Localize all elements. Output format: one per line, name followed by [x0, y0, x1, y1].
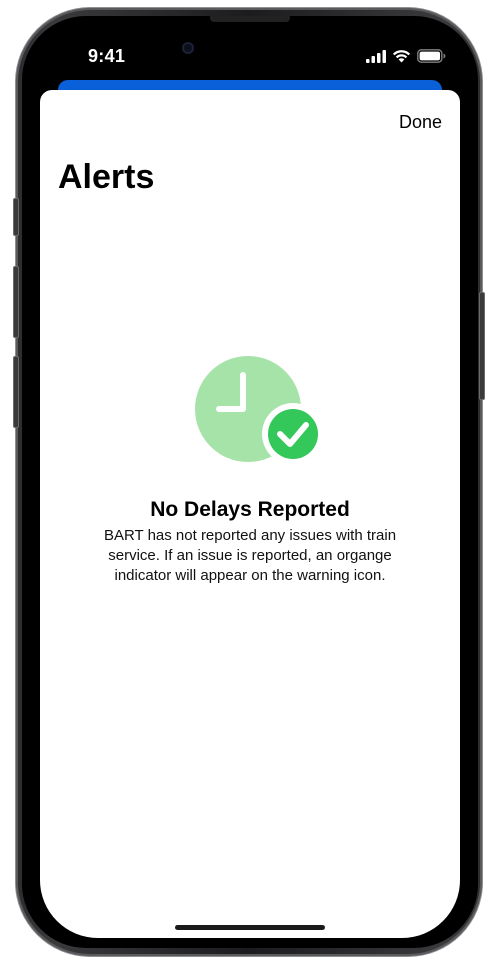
clock-checkmark-icon	[195, 356, 324, 465]
side-button	[479, 292, 485, 400]
cellular-signal-icon	[366, 49, 386, 63]
action-button	[13, 198, 19, 236]
volume-up-button	[13, 266, 19, 338]
checkmark-icon	[262, 403, 324, 465]
status-icons	[366, 49, 446, 63]
front-camera	[182, 42, 194, 54]
volume-down-button	[13, 356, 19, 428]
battery-icon	[417, 49, 446, 63]
empty-state-message: BART has not reported any issues with tr…	[103, 527, 397, 584]
alerts-sheet: Done Alerts No Delays Reported BART has …	[40, 90, 460, 938]
done-button[interactable]: Done	[399, 112, 442, 133]
empty-state-title: No Delays Reported	[150, 498, 350, 521]
home-indicator[interactable]	[175, 925, 325, 930]
speaker-grille	[210, 16, 290, 22]
screen: 9:41 Done Alerts No Delays Reported BART…	[22, 16, 478, 948]
page-title: Alerts	[58, 158, 155, 196]
status-bar: 9:41	[22, 16, 478, 76]
wifi-icon	[392, 50, 411, 63]
status-time: 9:41	[88, 46, 126, 66]
